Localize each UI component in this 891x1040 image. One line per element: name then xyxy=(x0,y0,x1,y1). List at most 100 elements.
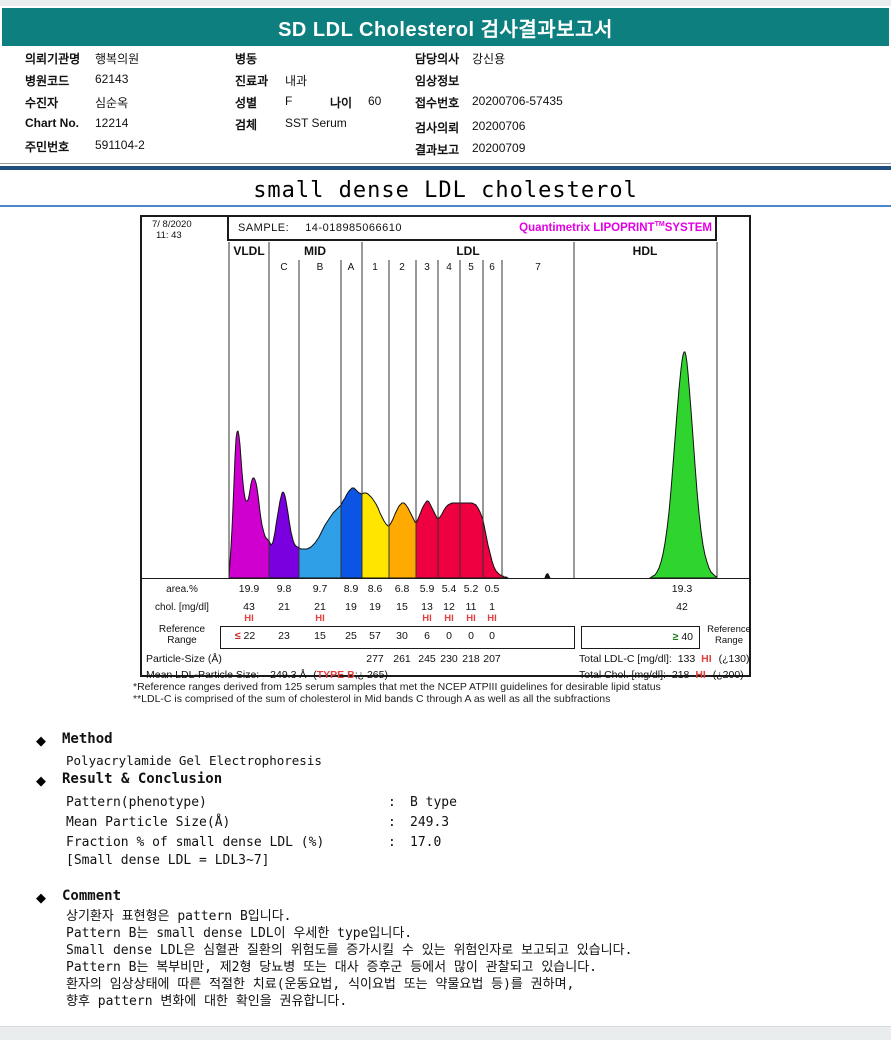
result-row-colon: : xyxy=(388,815,396,830)
result-row-label: Mean Particle Size(Å) xyxy=(66,815,231,830)
result-row-colon: : xyxy=(388,835,396,850)
band-label: 3 xyxy=(424,262,430,273)
lipoprint-chart: 7/ 8/2020 11: 43 SAMPLE: 14-018985066610… xyxy=(140,215,751,681)
comment-line: Pattern B는 small dense LDL이 우세한 type입니다. xyxy=(66,926,413,941)
comment-line: 향후 pattern 변화에 대한 확인을 권유합니다. xyxy=(66,994,348,1009)
patient-field-value: 강신용 xyxy=(472,52,506,66)
patient-field-label: 접수번호 xyxy=(415,96,460,110)
footnote-1: *Reference ranges derived from 125 serum… xyxy=(133,681,661,693)
patient-field-label: 병동 xyxy=(235,52,258,66)
phenotype-type: TYPE B xyxy=(316,669,355,681)
band-label: 7 xyxy=(535,262,541,273)
patient-field-value: 60 xyxy=(368,94,382,108)
patient-field-label: 임상정보 xyxy=(415,74,460,88)
result-row-label: Fraction % of small dense LDL (%) xyxy=(66,835,325,850)
particle-size-label: Particle-Size (Å) xyxy=(146,653,222,665)
patient-field-value: 20200706 xyxy=(472,119,526,133)
result-heading: Result & Conclusion xyxy=(62,771,223,787)
cholesterol-value: 21 xyxy=(278,601,290,613)
band-label: B xyxy=(316,262,324,273)
brand-logo: Quantimetrix LIPOPRINTTMSYSTEM xyxy=(519,221,712,234)
cholesterol-value: 42 xyxy=(676,601,688,613)
patient-field-label: 의뢰기관명 xyxy=(25,52,81,66)
sample-id: 14-018985066610 xyxy=(305,221,402,234)
band-label: A xyxy=(347,262,355,273)
comment-line: 상기환자 표현형은 pattern B입니다. xyxy=(66,909,292,924)
patient-field-value: 62143 xyxy=(95,72,129,86)
result-note: [Small dense LDL = LDL3~7] xyxy=(66,853,270,868)
report-title: SD LDL Cholesterol 검사결과보고서 xyxy=(278,18,613,41)
bottom-strip xyxy=(0,1026,891,1040)
divider-thin xyxy=(0,163,891,164)
zone-label: MID xyxy=(304,244,326,258)
diamond-icon: ◆ xyxy=(36,890,46,905)
result-row-value: B type xyxy=(410,795,457,810)
band-label: C xyxy=(280,262,288,273)
area-percent-value: 19.3 xyxy=(671,583,693,595)
chol-row-label: chol. [mg/dl] xyxy=(155,602,209,613)
comment-line: Pattern B는 복부비만, 제2형 당뇨병 또는 대사 증후군 등에서 많… xyxy=(66,960,597,975)
sample-header-box: SAMPLE: 14-018985066610 Quantimetrix LIP… xyxy=(227,216,717,241)
patient-field-label: Chart No. xyxy=(25,116,79,130)
result-row-label: Pattern(phenotype) xyxy=(66,795,207,810)
patient-field-label: 검체 xyxy=(235,118,258,132)
report-page: SD LDL Cholesterol 검사결과보고서 의뢰기관명 행복의원병원코드… xyxy=(0,0,891,1040)
zone-label: LDL xyxy=(456,244,480,258)
patient-field-value: 심순옥 xyxy=(95,96,129,110)
patient-field-label: 담당의사 xyxy=(415,52,460,66)
patient-field-label: 나이 xyxy=(330,96,353,110)
area-row-label: area.% xyxy=(166,584,198,595)
area-percent-value: 0.5 xyxy=(484,583,500,595)
result-row-colon: : xyxy=(388,795,396,810)
mean-particle-row: Mean LDL-Particle Size: 249.3 Å (TYPE B;… xyxy=(146,669,388,681)
comment-line: 환자의 임상상태에 따른 적절한 치료(운동요법, 식이요법 또는 약물요법 등… xyxy=(66,977,575,992)
reference-range-label-right: Reference Range xyxy=(707,624,751,646)
patient-field-value: 20200709 xyxy=(472,141,526,155)
patient-field-value: 20200706-57435 xyxy=(472,94,563,108)
ldl-reference-box xyxy=(220,626,575,649)
result-row-value: 17.0 xyxy=(410,835,442,850)
area-percent-value: 9.8 xyxy=(276,583,292,595)
method-body: Polyacrylamide Gel Electrophoresis xyxy=(66,753,322,768)
diamond-icon: ◆ xyxy=(36,773,46,788)
band-label: 2 xyxy=(399,262,405,273)
report-title-bar: SD LDL Cholesterol 검사결과보고서 xyxy=(2,8,889,46)
band-label: 4 xyxy=(446,262,452,273)
top-strip xyxy=(0,0,891,6)
patient-field-value: 행복의원 xyxy=(95,52,140,66)
patient-field-label: 결과보고 xyxy=(415,143,460,157)
band-label: 1 xyxy=(372,262,378,273)
hdl-reference-box: ≥ 40 xyxy=(581,626,700,649)
total-ldl-c-row: Total LDL-C [mg/dl]: 133 HI (¿130) xyxy=(579,653,750,665)
sample-label: SAMPLE: xyxy=(238,221,290,234)
method-heading: Method xyxy=(62,731,113,747)
footnote-2: **LDL-C is comprised of the sum of chole… xyxy=(133,693,611,705)
total-chol-row: Total Chol. [mg/dl]: 218 HI (¿200) xyxy=(579,669,744,681)
reference-range-label-left: Reference Range xyxy=(158,624,206,646)
patient-field-value: SST Serum xyxy=(285,116,347,130)
patient-field-label: 병원코드 xyxy=(25,74,70,88)
chromatogram-plot xyxy=(142,242,749,579)
section-title: small dense LDL cholesterol xyxy=(253,178,638,203)
hi-flag: HI xyxy=(487,613,497,624)
cholesterol-value: 1 xyxy=(489,601,495,613)
patient-field-label: 검사의뢰 xyxy=(415,121,460,135)
result-row-value: 249.3 xyxy=(410,815,450,830)
patient-field-value: F xyxy=(285,94,293,108)
hdl-ref-value: 40 xyxy=(681,631,693,643)
hdl-ref-symbol: ≥ xyxy=(672,631,679,643)
patient-field-label: 수진자 xyxy=(25,96,59,110)
chart-datetime: 7/ 8/2020 11: 43 xyxy=(152,219,192,241)
cholesterol-value: 43 xyxy=(243,601,255,613)
patient-field-value: 12214 xyxy=(95,116,129,130)
patient-field-value: 591104-2 xyxy=(95,138,145,152)
patient-field-value: 내과 xyxy=(285,74,308,88)
comment-heading: Comment xyxy=(62,888,122,904)
hi-flag: HI xyxy=(315,613,325,624)
area-percent-value: 19.9 xyxy=(238,583,260,595)
divider-navy xyxy=(0,166,891,170)
comment-lines: 상기환자 표현형은 pattern B입니다. Pattern B는 small … xyxy=(66,908,632,1010)
hi-flag: HI xyxy=(244,613,254,624)
patient-field-label: 성별 xyxy=(235,96,258,110)
section-title-underline xyxy=(0,205,891,207)
